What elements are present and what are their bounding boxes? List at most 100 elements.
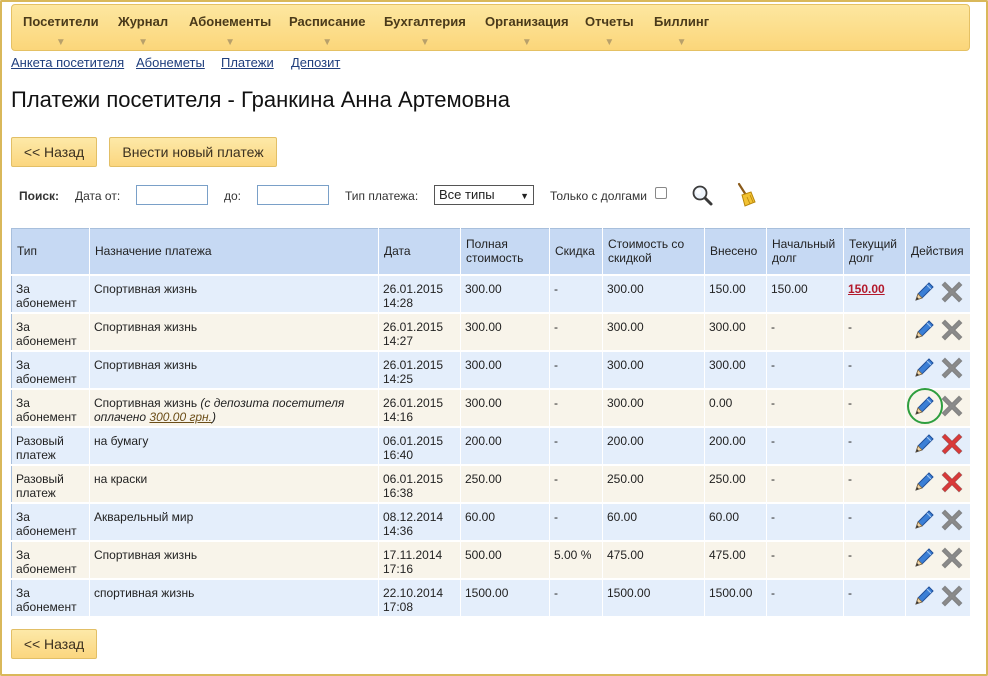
column-header-initial-debt[interactable]: Начальный долг [766,228,844,276]
subnav-link-payments[interactable]: Платежи [221,55,274,70]
broom-icon[interactable] [733,182,757,208]
column-header-discounted-cost[interactable]: Стоимость со скидкой [602,228,705,276]
search-bar: Поиск: Дата от: до: Тип платежа: Все тип… [0,182,988,208]
cell-actions [905,350,971,390]
subnav-link-profile[interactable]: Анкета посетителя [11,55,124,70]
payment-purpose: Спортивная жизнь [94,395,198,410]
pencil-icon[interactable] [912,432,936,456]
cell-type: За абонемент [11,350,90,390]
cell-purpose: Акварельный мир [89,502,379,542]
nav-item-journal[interactable]: Журнал ▼ [118,14,168,48]
back-button[interactable]: << Назад [11,137,97,167]
column-header-paid[interactable]: Внесено [704,228,767,276]
date-to-label: до: [224,189,242,203]
delete-icon [940,280,964,304]
cell-date: 06.01.2015 16:38 [378,464,461,504]
cell-actions [905,502,971,542]
current-debt-link[interactable]: 150.00 [848,282,885,296]
chevron-down-icon: ▼ [225,37,236,48]
column-header-purpose[interactable]: Назначение платежа [89,228,379,276]
payment-type-select[interactable]: Все типы ▼ [434,185,534,205]
cell-discount: - [549,578,603,618]
cell-date: 26.01.2015 14:27 [378,312,461,352]
payment-purpose: на краски [94,471,148,486]
cell-paid: 475.00 [704,540,767,580]
cell-purpose: спортивная жизнь [89,578,379,618]
cell-current-debt: - [843,464,906,504]
pencil-icon[interactable] [912,356,936,380]
cell-discount: - [549,502,603,542]
cell-discount: - [549,426,603,466]
cell-actions [905,464,971,504]
current-debt-value: - [848,395,852,410]
delete-icon[interactable] [940,470,964,494]
cell-date: 26.01.2015 14:28 [378,274,461,314]
only-debts-checkbox[interactable] [655,187,667,199]
chevron-down-icon: ▼ [419,37,430,48]
cell-initial-debt: - [766,350,844,390]
table-row: Разовый платеж на краски 06.01.2015 16:38 25… [11,464,971,504]
nav-item-reports[interactable]: Отчеты ▼ [585,14,634,48]
column-header-full-cost[interactable]: Полная стоимость [460,228,550,276]
pencil-icon[interactable] [912,584,936,608]
pencil-icon[interactable] [912,470,936,494]
cell-purpose: Спортивная жизнь [89,312,379,352]
cell-discount: - [549,350,603,390]
pencil-icon[interactable] [912,318,936,342]
date-from-input[interactable] [136,185,208,205]
cell-current-debt: - [843,312,906,352]
payment-type-label: Тип платежа: [345,189,419,203]
cell-purpose: на бумагу [89,426,379,466]
chevron-down-icon: ▼ [138,37,148,48]
payment-purpose: Спортивная жизнь [94,319,198,334]
page-title: Платежи посетителя - Гранкина Анна Артем… [11,87,510,112]
cell-full-cost: 250.00 [460,464,550,504]
nav-item-accounting[interactable]: Бухгалтерия ▼ [384,14,466,48]
cell-initial-debt: - [766,388,844,428]
current-debt-value: - [848,433,852,448]
column-header-current-debt[interactable]: Текущий долг [843,228,906,276]
date-to-input[interactable] [257,185,329,205]
payment-purpose: Акварельный мир [94,509,194,524]
cell-date: 17.11.2014 17:16 [378,540,461,580]
cell-current-debt: - [843,350,906,390]
dropdown-arrow-icon: ▼ [520,191,529,201]
deposit-amount-link[interactable]: 300.00 грн. [149,410,212,424]
nav-item-visitors[interactable]: Посетители ▼ [23,14,99,48]
nav-item-organization[interactable]: Организация ▼ [485,14,569,48]
subnav-link-deposit[interactable]: Депозит [291,55,340,70]
cell-discounted-cost: 300.00 [602,388,705,428]
delete-icon [940,394,964,418]
nav-item-billing[interactable]: Биллинг ▼ [654,14,709,48]
chevron-down-icon: ▼ [604,37,615,48]
cell-date: 26.01.2015 14:16 [378,388,461,428]
back-button-bottom[interactable]: << Назад [11,629,97,659]
column-header-discount[interactable]: Скидка [549,228,603,276]
column-header-type[interactable]: Тип [11,228,90,276]
delete-icon[interactable] [940,432,964,456]
cell-discounted-cost: 475.00 [602,540,705,580]
current-debt-value: - [848,357,852,372]
new-payment-button[interactable]: Внести новый платеж [109,137,277,167]
cell-type: За абонемент [11,502,90,542]
pencil-icon[interactable] [912,546,936,570]
nav-item-schedule[interactable]: Расписание ▼ [289,14,366,48]
column-header-date[interactable]: Дата [378,228,461,276]
cell-purpose: Спортивная жизнь [89,540,379,580]
cell-discounted-cost: 200.00 [602,426,705,466]
subnav-link-subscriptions[interactable]: Абонеметы [136,55,205,70]
delete-icon [940,356,964,380]
cell-full-cost: 200.00 [460,426,550,466]
cell-initial-debt: - [766,312,844,352]
pencil-icon[interactable] [912,280,936,304]
current-debt-value: - [848,585,852,600]
pencil-icon[interactable] [912,508,936,532]
payment-purpose: Спортивная жизнь [94,357,198,372]
cell-purpose: Спортивная жизнь [89,274,379,314]
cell-full-cost: 300.00 [460,274,550,314]
delete-icon [940,318,964,342]
search-icon[interactable] [690,183,714,207]
payment-purpose: на бумагу [94,433,149,448]
cell-paid: 300.00 [704,350,767,390]
nav-item-subscriptions[interactable]: Абонементы ▼ [189,14,271,48]
